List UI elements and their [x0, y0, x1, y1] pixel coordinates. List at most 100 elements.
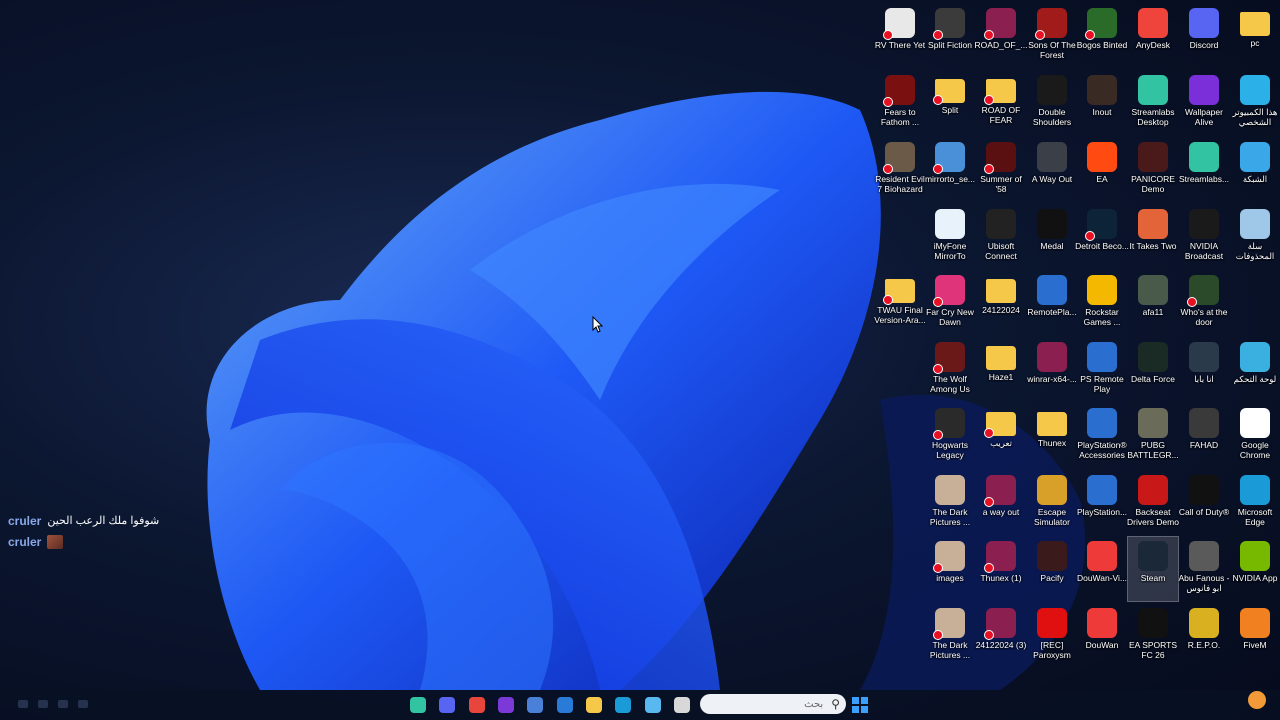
game-icon — [1087, 75, 1117, 105]
desktop-icon[interactable]: انا بابا — [1179, 338, 1229, 402]
notepad-icon[interactable] — [674, 697, 690, 713]
desktop-icon[interactable]: Streamlabs Desktop — [1128, 71, 1178, 135]
streamlabs-icon[interactable] — [410, 697, 426, 713]
desktop-icon[interactable]: FAHAD — [1179, 404, 1229, 468]
folder-icon — [883, 279, 915, 305]
desktop-icon-label: a way out — [982, 507, 1020, 517]
app-icon[interactable] — [498, 697, 514, 713]
error-badge-icon — [883, 164, 893, 174]
desktop-icon[interactable]: Ubisoft Connect — [976, 205, 1026, 269]
desktop-icon[interactable]: EA — [1077, 138, 1127, 202]
desktop-icon[interactable]: Detroit Beco... — [1075, 205, 1129, 269]
desktop-icon[interactable]: pc — [1230, 4, 1280, 68]
desktop-icon[interactable]: RemotePla... — [1027, 271, 1077, 335]
desktop-icon[interactable]: ROAD_OF_... — [975, 4, 1027, 68]
desktop-icon[interactable]: NVIDIA App — [1230, 537, 1280, 601]
desktop-icon[interactable]: afa11 — [1128, 271, 1178, 335]
desktop-icon[interactable]: DouWan — [1077, 604, 1127, 668]
error-badge-icon — [984, 164, 994, 174]
desktop-icon[interactable]: 24122024 (3) — [976, 604, 1026, 668]
ubisoft-icon — [986, 209, 1016, 239]
edge-icon[interactable] — [615, 697, 631, 713]
desktop-icon[interactable]: NVIDIA Broadcast — [1179, 205, 1229, 269]
desktop-icon[interactable]: ROAD OF FEAR ARABIC — [976, 71, 1026, 135]
desktop-icon[interactable]: Pacify — [1027, 537, 1077, 601]
store-icon[interactable] — [557, 697, 573, 713]
desktop-icon[interactable]: R.E.P.O. — [1179, 604, 1229, 668]
desktop-icon[interactable]: تعريب — [976, 404, 1026, 468]
desktop-icon[interactable]: Summer of '58 — [976, 138, 1026, 202]
desktop-icon[interactable]: Split Fiction — [925, 4, 975, 68]
desktop-icon[interactable]: سلة المحذوفات — [1230, 205, 1280, 269]
notification-badge-icon[interactable] — [1248, 691, 1266, 709]
explorer-icon[interactable] — [586, 697, 602, 713]
desktop-icon[interactable]: Escape Simulator — [1027, 471, 1077, 535]
tray-widgets[interactable] — [18, 700, 88, 708]
error-badge-icon — [1085, 30, 1095, 40]
desktop-icon[interactable]: TWAU Final Version-Ara... — [874, 271, 926, 335]
desktop-icon[interactable]: PANICORE Demo — [1128, 138, 1178, 202]
desktop-icon[interactable]: iMyFone MirrorTo — [925, 205, 975, 269]
desktop-icon[interactable]: winrar-x64-... — [1027, 338, 1077, 402]
desktop-icon[interactable]: Far Cry New Dawn — [925, 271, 975, 335]
desktop-icon[interactable]: Call of Duty® — [1179, 471, 1229, 535]
desktop-icon[interactable]: FiveM — [1230, 604, 1280, 668]
desktop-icon[interactable]: Thunex — [1027, 404, 1077, 468]
discord-icon[interactable] — [439, 697, 455, 713]
desktop-icon[interactable]: PUBG BATTLEGR... — [1127, 404, 1179, 468]
desktop-icon[interactable]: Delta Force — [1128, 338, 1178, 402]
desktop-icon[interactable]: A Way Out — [1027, 138, 1077, 202]
desktop-icon[interactable]: PlayStation® Accessories — [1077, 404, 1127, 468]
desktop-icon[interactable]: Fears to Fathom ... — [875, 71, 925, 135]
ai-icon[interactable] — [527, 697, 543, 713]
desktop-icon[interactable]: Who's at the door — [1179, 271, 1229, 335]
desktop-icon[interactable]: Split — [925, 71, 975, 135]
desktop-icon[interactable]: Discord — [1179, 4, 1229, 68]
start-button[interactable] — [852, 697, 868, 713]
desktop-icon[interactable]: Streamlabs... — [1179, 138, 1229, 202]
desktop-icon[interactable]: Medal — [1027, 205, 1077, 269]
desktop-icon[interactable]: Inout — [1077, 71, 1127, 135]
mouse-cursor-icon — [592, 316, 604, 333]
desktop-icon[interactable]: DouWan-Vi... — [1077, 537, 1127, 601]
chrome-icon[interactable] — [469, 697, 485, 713]
desktop-icon[interactable]: RV There Yet — [875, 4, 925, 68]
desktop-icon[interactable]: Double Shoulders — [1027, 71, 1077, 135]
repo-icon — [1189, 608, 1219, 638]
desktop-icon[interactable]: لوحة التحكم — [1230, 338, 1280, 402]
desktop-icon[interactable]: Abu Fanous - ابو فانوس — [1178, 537, 1230, 601]
desktop-icon[interactable]: PS Remote Play — [1077, 338, 1127, 402]
copilot-icon[interactable] — [645, 697, 661, 713]
desktop-icon[interactable]: Thunex (1) — [976, 537, 1026, 601]
desktop-icon[interactable]: mirrorto_se... — [925, 138, 975, 202]
desktop-icon[interactable]: [REC] Paroxysm — [1027, 604, 1077, 668]
desktop-icon[interactable]: AnyDesk — [1128, 4, 1178, 68]
desktop-icon[interactable]: Google Chrome — [1230, 404, 1280, 468]
desktop-icon[interactable]: Sons Of The Forest — [1027, 4, 1077, 68]
game-icon — [933, 275, 965, 307]
desktop-icon[interactable]: images — [925, 537, 975, 601]
desktop-icon[interactable]: Haze1 — [976, 338, 1026, 402]
desktop-icon[interactable]: Microsoft Edge — [1230, 471, 1280, 535]
taskbar-search-box[interactable]: بحث ⚲ — [700, 694, 846, 714]
desktop-icon[interactable]: The Wolf Among Us — [925, 338, 975, 402]
desktop-icon[interactable]: Resident Evil 7 Biohazard — [875, 138, 925, 202]
desktop-icon[interactable]: Steam — [1127, 536, 1179, 602]
desktop-icon[interactable]: هذا الكمبيوتر الشخصي — [1230, 71, 1280, 135]
desktop-icon[interactable]: The Dark Pictures ... — [925, 471, 975, 535]
desktop-icon[interactable]: Rockstar Games ... — [1077, 271, 1127, 335]
desktop-icon[interactable]: PlayStation... — [1077, 471, 1127, 535]
desktop-icon[interactable]: Wallpaper Alive — [1179, 71, 1229, 135]
desktop-icon-label: winrar-x64-... — [1027, 374, 1077, 384]
delta-icon — [1138, 342, 1168, 372]
error-badge-icon — [883, 30, 893, 40]
desktop-icon[interactable]: Bogos Binted — [1077, 4, 1127, 68]
desktop-icon[interactable]: Backseat Drivers Demo — [1127, 471, 1179, 535]
desktop-icon[interactable]: a way out — [976, 471, 1026, 535]
desktop-icon[interactable]: الشبكة — [1230, 138, 1280, 202]
desktop-icon[interactable]: Hogwarts Legacy — [925, 404, 975, 468]
desktop-icon[interactable]: It Takes Two — [1128, 205, 1178, 269]
desktop-icon[interactable]: The Dark Pictures ... — [925, 604, 975, 668]
desktop-icon[interactable]: EA SPORTS FC 26 — [1128, 604, 1178, 668]
desktop-icon[interactable]: 24122024 — [976, 271, 1026, 335]
